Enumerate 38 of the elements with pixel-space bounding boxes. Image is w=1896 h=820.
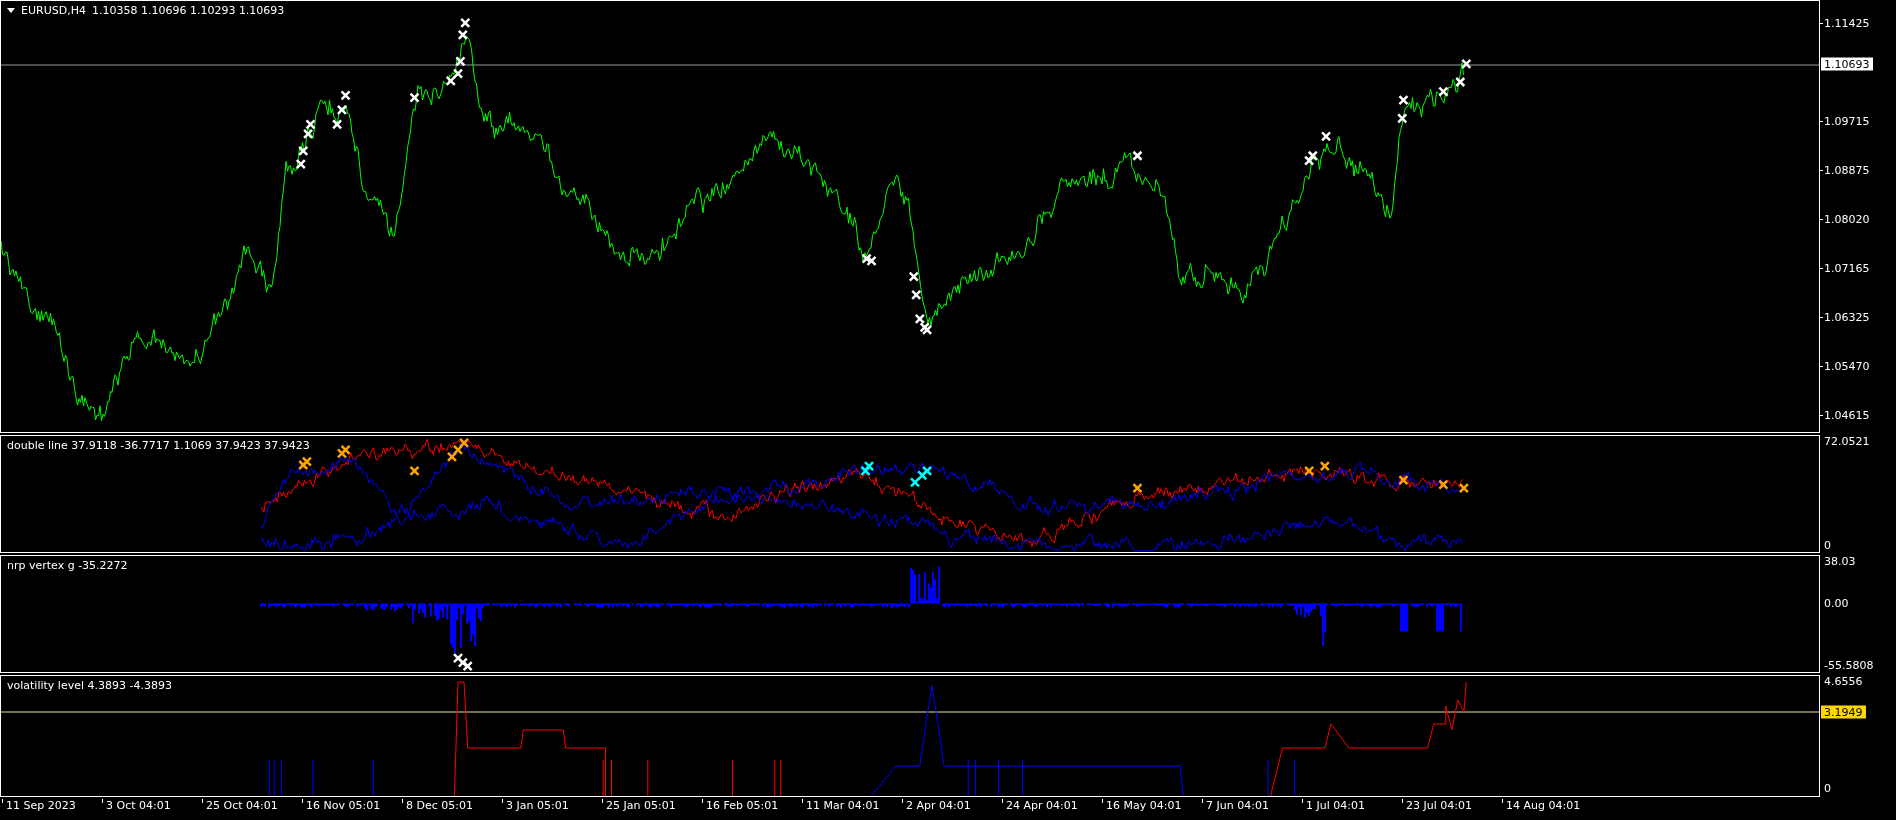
time-axis-label: 24 Apr 04:01 [1002, 799, 1102, 820]
time-axis-label: 7 Jun 04:01 [1202, 799, 1302, 820]
level-badge: 3.1949 [1821, 705, 1866, 719]
indicator-axis-label: 0.00 [1824, 596, 1849, 610]
time-axis-label: 8 Dec 05:01 [402, 799, 502, 820]
time-axis-label: 2 Apr 04:01 [902, 799, 1002, 820]
price-axis-label: 1.08020 [1824, 212, 1870, 226]
time-axis-label: 16 Nov 05:01 [302, 799, 402, 820]
price-axis-label: 1.05470 [1824, 359, 1870, 373]
price-axis-label: 1.07165 [1824, 261, 1870, 275]
time-axis-label: 14 Aug 04:01 [1502, 799, 1602, 820]
price-axis-label: 1.08875 [1824, 163, 1870, 177]
time-axis-label: 1 Jul 04:01 [1302, 799, 1402, 820]
time-axis-label: 16 May 04:01 [1102, 799, 1202, 820]
indicator-axis-label: -55.5808 [1824, 658, 1874, 672]
time-axis-label: 25 Oct 04:01 [202, 799, 302, 820]
indicator-label: nrp vertex g -35.2272 [7, 559, 128, 572]
indicator-axis-label: 0 [1824, 781, 1831, 795]
indicator-axis-label: 72.0521 [1824, 434, 1870, 448]
time-axis-label: 3 Jan 05:01 [502, 799, 602, 820]
price-axis-label: 1.04615 [1824, 408, 1870, 422]
indicator-label: double line 37.9118 -36.7717 1.1069 37.9423 37.9423 [7, 439, 310, 452]
indicator-label: volatility level 4.3893 -4.3893 [7, 679, 172, 692]
price-axis-label: 1.06325 [1824, 310, 1870, 324]
current-price-badge: 1.10693 [1821, 57, 1873, 71]
indicator-axis-label: 4.6556 [1824, 674, 1863, 688]
ohlc-values: 1.10358 1.10696 1.10293 1.10693 [91, 4, 285, 17]
time-axis-label: 16 Feb 05:01 [702, 799, 802, 820]
time-axis-label: 3 Oct 04:01 [102, 799, 202, 820]
time-axis-label: 11 Mar 04:01 [802, 799, 902, 820]
time-axis-label: 11 Sep 2023 [2, 799, 102, 820]
time-axis-label: 23 Jul 04:01 [1402, 799, 1502, 820]
symbol-label: EURUSD,H4 [21, 4, 86, 17]
indicator-axis-label: 0 [1824, 538, 1831, 552]
time-axis-label: 25 Jan 05:01 [602, 799, 702, 820]
price-axis-label: 1.11425 [1824, 16, 1870, 30]
indicator-axis-label: 38.03 [1824, 554, 1856, 568]
price-axis-label: 1.09715 [1824, 114, 1870, 128]
